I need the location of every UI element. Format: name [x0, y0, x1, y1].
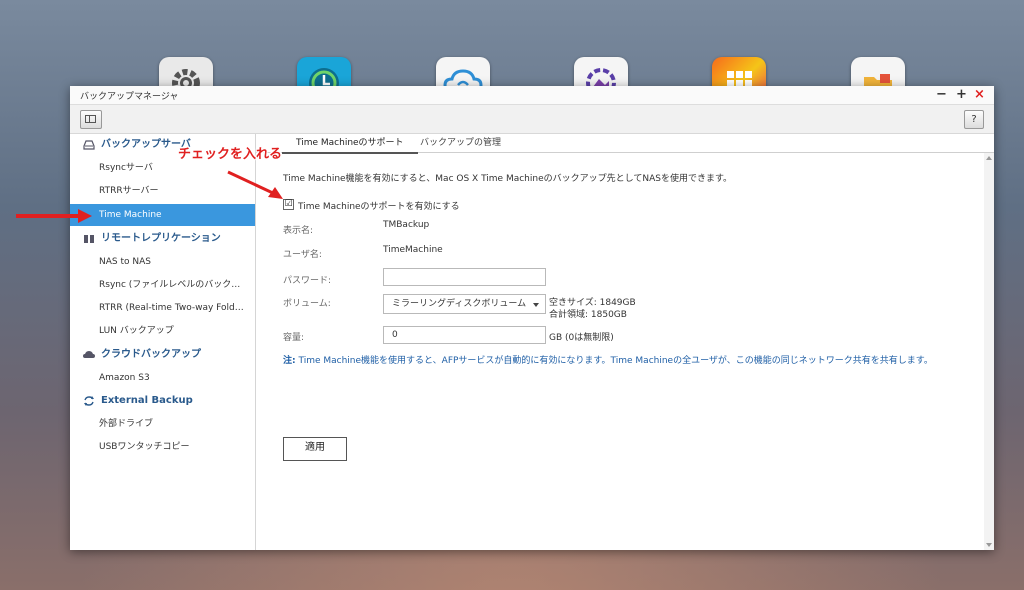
annotation-arrow-time-machine — [16, 209, 92, 223]
annotation-arrow-checkbox — [227, 170, 283, 199]
annotation-arrows — [16, 170, 283, 223]
